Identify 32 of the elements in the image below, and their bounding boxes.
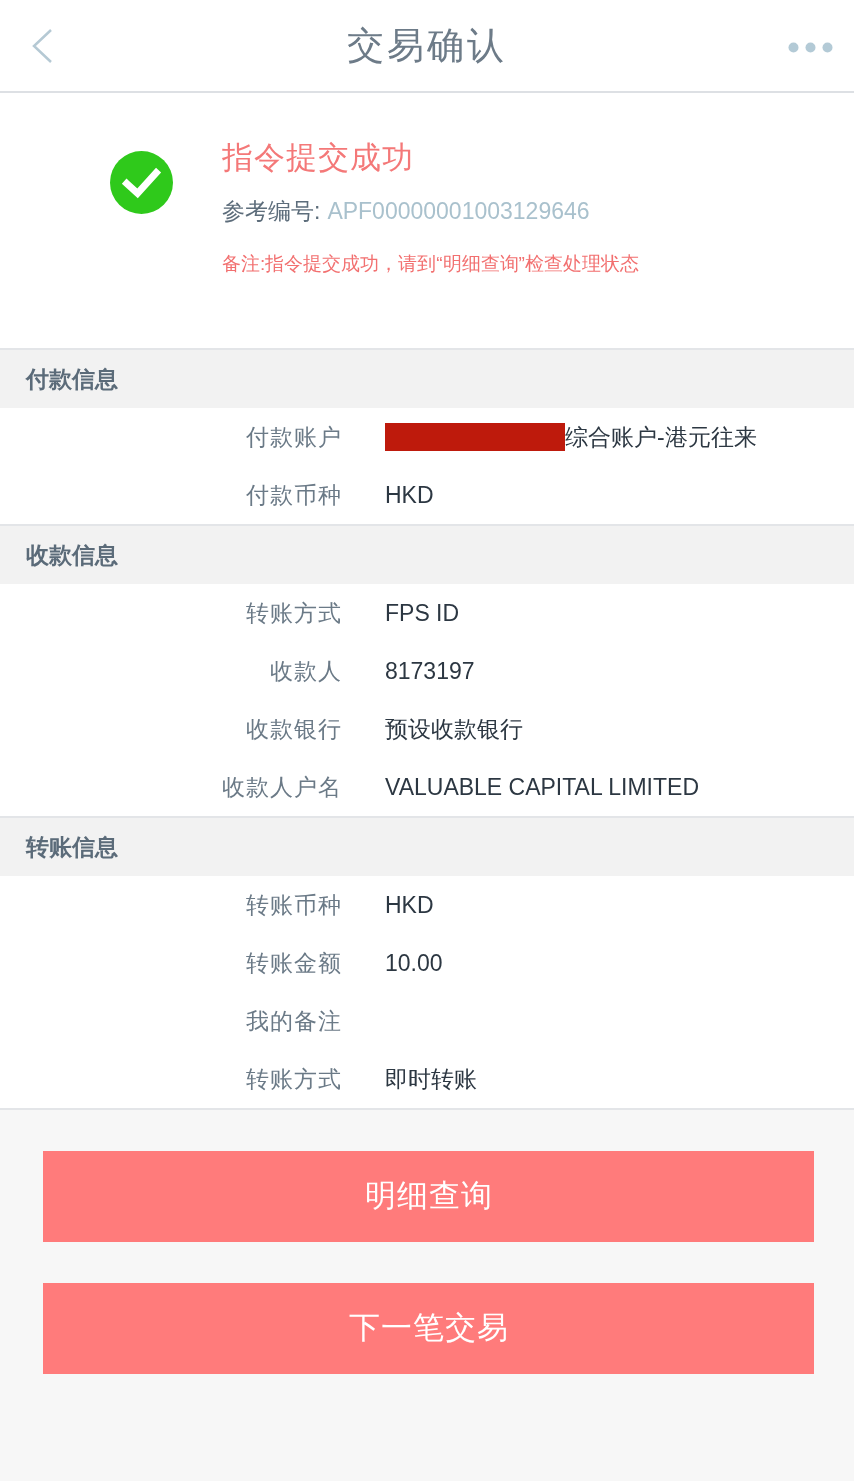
field-value: HKD (385, 480, 434, 510)
page-title: 交易确认 (347, 27, 507, 64)
field-value: FPS ID (385, 598, 460, 628)
field-value: 综合账户-港元往来 (565, 422, 757, 452)
field-label: 收款人 (269, 656, 342, 686)
field-value: 8173197 (385, 656, 475, 686)
details-query-button[interactable]: 明细查询 (43, 1151, 814, 1242)
field-label: 收款人户名 (221, 772, 342, 802)
field-value: 预设收款银行 (385, 714, 523, 744)
field-label: 收款银行 (245, 714, 342, 744)
success-title: 指令提交成功 (222, 139, 414, 177)
field-label: 付款账户 (245, 422, 342, 452)
field-label: 转账方式 (245, 598, 342, 628)
field-label: 转账币种 (245, 890, 342, 920)
reference-number: APF00000001003129646 (327, 197, 590, 226)
field-value: 即时转账 (385, 1064, 477, 1094)
field-value: 10.00 (385, 948, 443, 978)
field-label: 我的备注 (245, 1006, 342, 1036)
section-title: 转账信息 (26, 832, 118, 862)
field-label: 付款币种 (245, 480, 342, 510)
more-icon[interactable] (788, 42, 833, 53)
reference-label: 参考编号: (222, 197, 321, 226)
back-icon[interactable] (31, 29, 53, 63)
next-transaction-button[interactable]: 下一笔交易 (43, 1283, 814, 1374)
note-text: 备注:指令提交成功，请到“明细查询”检查处理状态 (222, 252, 639, 276)
success-check-icon (110, 151, 173, 214)
field-label: 转账方式 (245, 1064, 342, 1094)
field-value: VALUABLE CAPITAL LIMITED (385, 772, 699, 802)
section-title: 付款信息 (26, 364, 118, 394)
section-title: 收款信息 (26, 540, 118, 570)
field-label: 转账金额 (245, 948, 342, 978)
field-value: HKD (385, 890, 434, 920)
